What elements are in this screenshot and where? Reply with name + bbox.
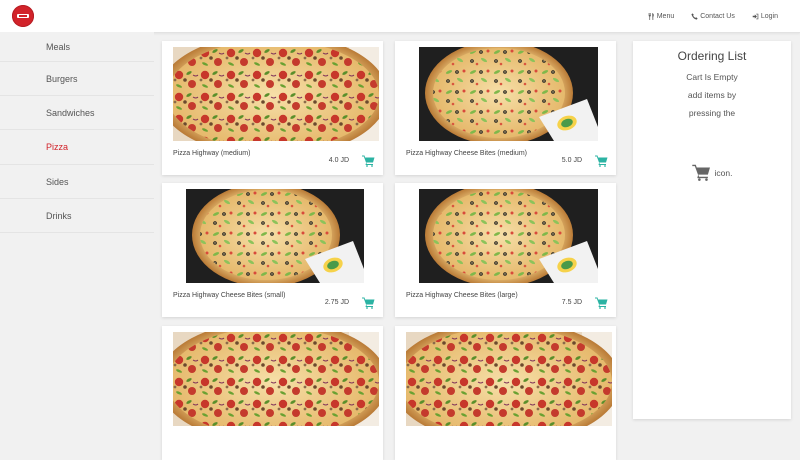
nav-contact-label: Contact Us bbox=[700, 12, 735, 20]
product-price: 7.5 JD bbox=[561, 299, 582, 306]
product-image[interactable] bbox=[173, 332, 379, 426]
phone-icon bbox=[691, 12, 698, 20]
product-name: Pizza Highway (medium) bbox=[173, 150, 251, 157]
nav-menu-label: Menu bbox=[656, 12, 675, 20]
cart-empty-text: Cart Is Empty bbox=[686, 72, 738, 82]
nav-menu-link[interactable]: Menu bbox=[648, 12, 675, 20]
product-image[interactable] bbox=[173, 47, 379, 141]
sidebar-item-label: Sides bbox=[46, 176, 69, 187]
cart-hint-line: icon. bbox=[714, 167, 733, 178]
cart-hint-line: add items by bbox=[687, 90, 737, 100]
sidebar-item-burgers[interactable]: Burgers bbox=[0, 62, 154, 96]
product-card: Pizza Highway Cheese Bites (medium) 5.0 … bbox=[395, 41, 616, 175]
top-nav: Menu Contact Us Login bbox=[648, 0, 778, 32]
product-card bbox=[395, 326, 616, 460]
nav-contact-link[interactable]: Contact Us bbox=[691, 13, 735, 20]
product-image[interactable] bbox=[406, 332, 612, 426]
sidebar-item-label: Sandwiches bbox=[46, 107, 95, 118]
add-to-cart-icon[interactable] bbox=[362, 297, 375, 309]
utensils-icon bbox=[648, 12, 654, 20]
sidebar-item-meals[interactable]: Meals bbox=[0, 32, 154, 62]
cart-hint-icon-row: icon. bbox=[633, 164, 791, 181]
sidebar-item-label: Burgers bbox=[46, 73, 78, 84]
sidebar-item-pizza[interactable]: Pizza bbox=[0, 130, 154, 165]
ordering-list-title: Ordering List bbox=[677, 49, 747, 63]
brand-logo[interactable] bbox=[12, 5, 34, 27]
top-navbar: Menu Contact Us Login bbox=[0, 0, 800, 33]
cart-icon bbox=[692, 164, 711, 181]
ordering-list-panel: Ordering List Cart Is Empty add items by… bbox=[633, 41, 791, 419]
product-image[interactable] bbox=[419, 189, 598, 283]
product-name: Pizza Highway Cheese Bites (medium) bbox=[406, 150, 527, 157]
sidebar-item-drinks[interactable]: Drinks bbox=[0, 199, 154, 233]
sidebar-item-label: Pizza bbox=[46, 142, 69, 152]
sidebar-item-label: Meals bbox=[46, 41, 71, 52]
login-icon bbox=[752, 13, 759, 19]
product-grid: Pizza Highway (medium) 4.0 JD Pizza High… bbox=[162, 41, 624, 460]
sidebar-item-sides[interactable]: Sides bbox=[0, 165, 154, 199]
product-price: 5.0 JD bbox=[561, 157, 582, 164]
sidebar-item-sandwiches[interactable]: Sandwiches bbox=[0, 96, 154, 130]
product-image[interactable] bbox=[419, 47, 598, 141]
cart-hint-line: pressing the bbox=[688, 108, 736, 118]
product-price: 2.75 JD bbox=[324, 299, 349, 306]
product-image[interactable] bbox=[186, 189, 364, 283]
product-card: Pizza Highway (medium) 4.0 JD bbox=[162, 41, 383, 175]
add-to-cart-icon[interactable] bbox=[595, 297, 608, 309]
product-card bbox=[162, 326, 383, 460]
add-to-cart-icon[interactable] bbox=[595, 155, 608, 167]
product-name: Pizza Highway Cheese Bites (small) bbox=[173, 292, 286, 299]
nav-login-label: Login bbox=[760, 12, 778, 20]
product-card: Pizza Highway Cheese Bites (small) 2.75 … bbox=[162, 183, 383, 317]
nav-login-link[interactable]: Login bbox=[752, 13, 778, 20]
product-card: Pizza Highway Cheese Bites (large) 7.5 J… bbox=[395, 183, 616, 317]
product-price: 4.0 JD bbox=[328, 157, 349, 164]
product-name: Pizza Highway Cheese Bites (large) bbox=[406, 292, 518, 299]
sidebar-item-label: Drinks bbox=[46, 210, 72, 221]
add-to-cart-icon[interactable] bbox=[362, 155, 375, 167]
category-sidebar: Meals Burgers Sandwiches Pizza Sides Dri… bbox=[0, 32, 154, 419]
